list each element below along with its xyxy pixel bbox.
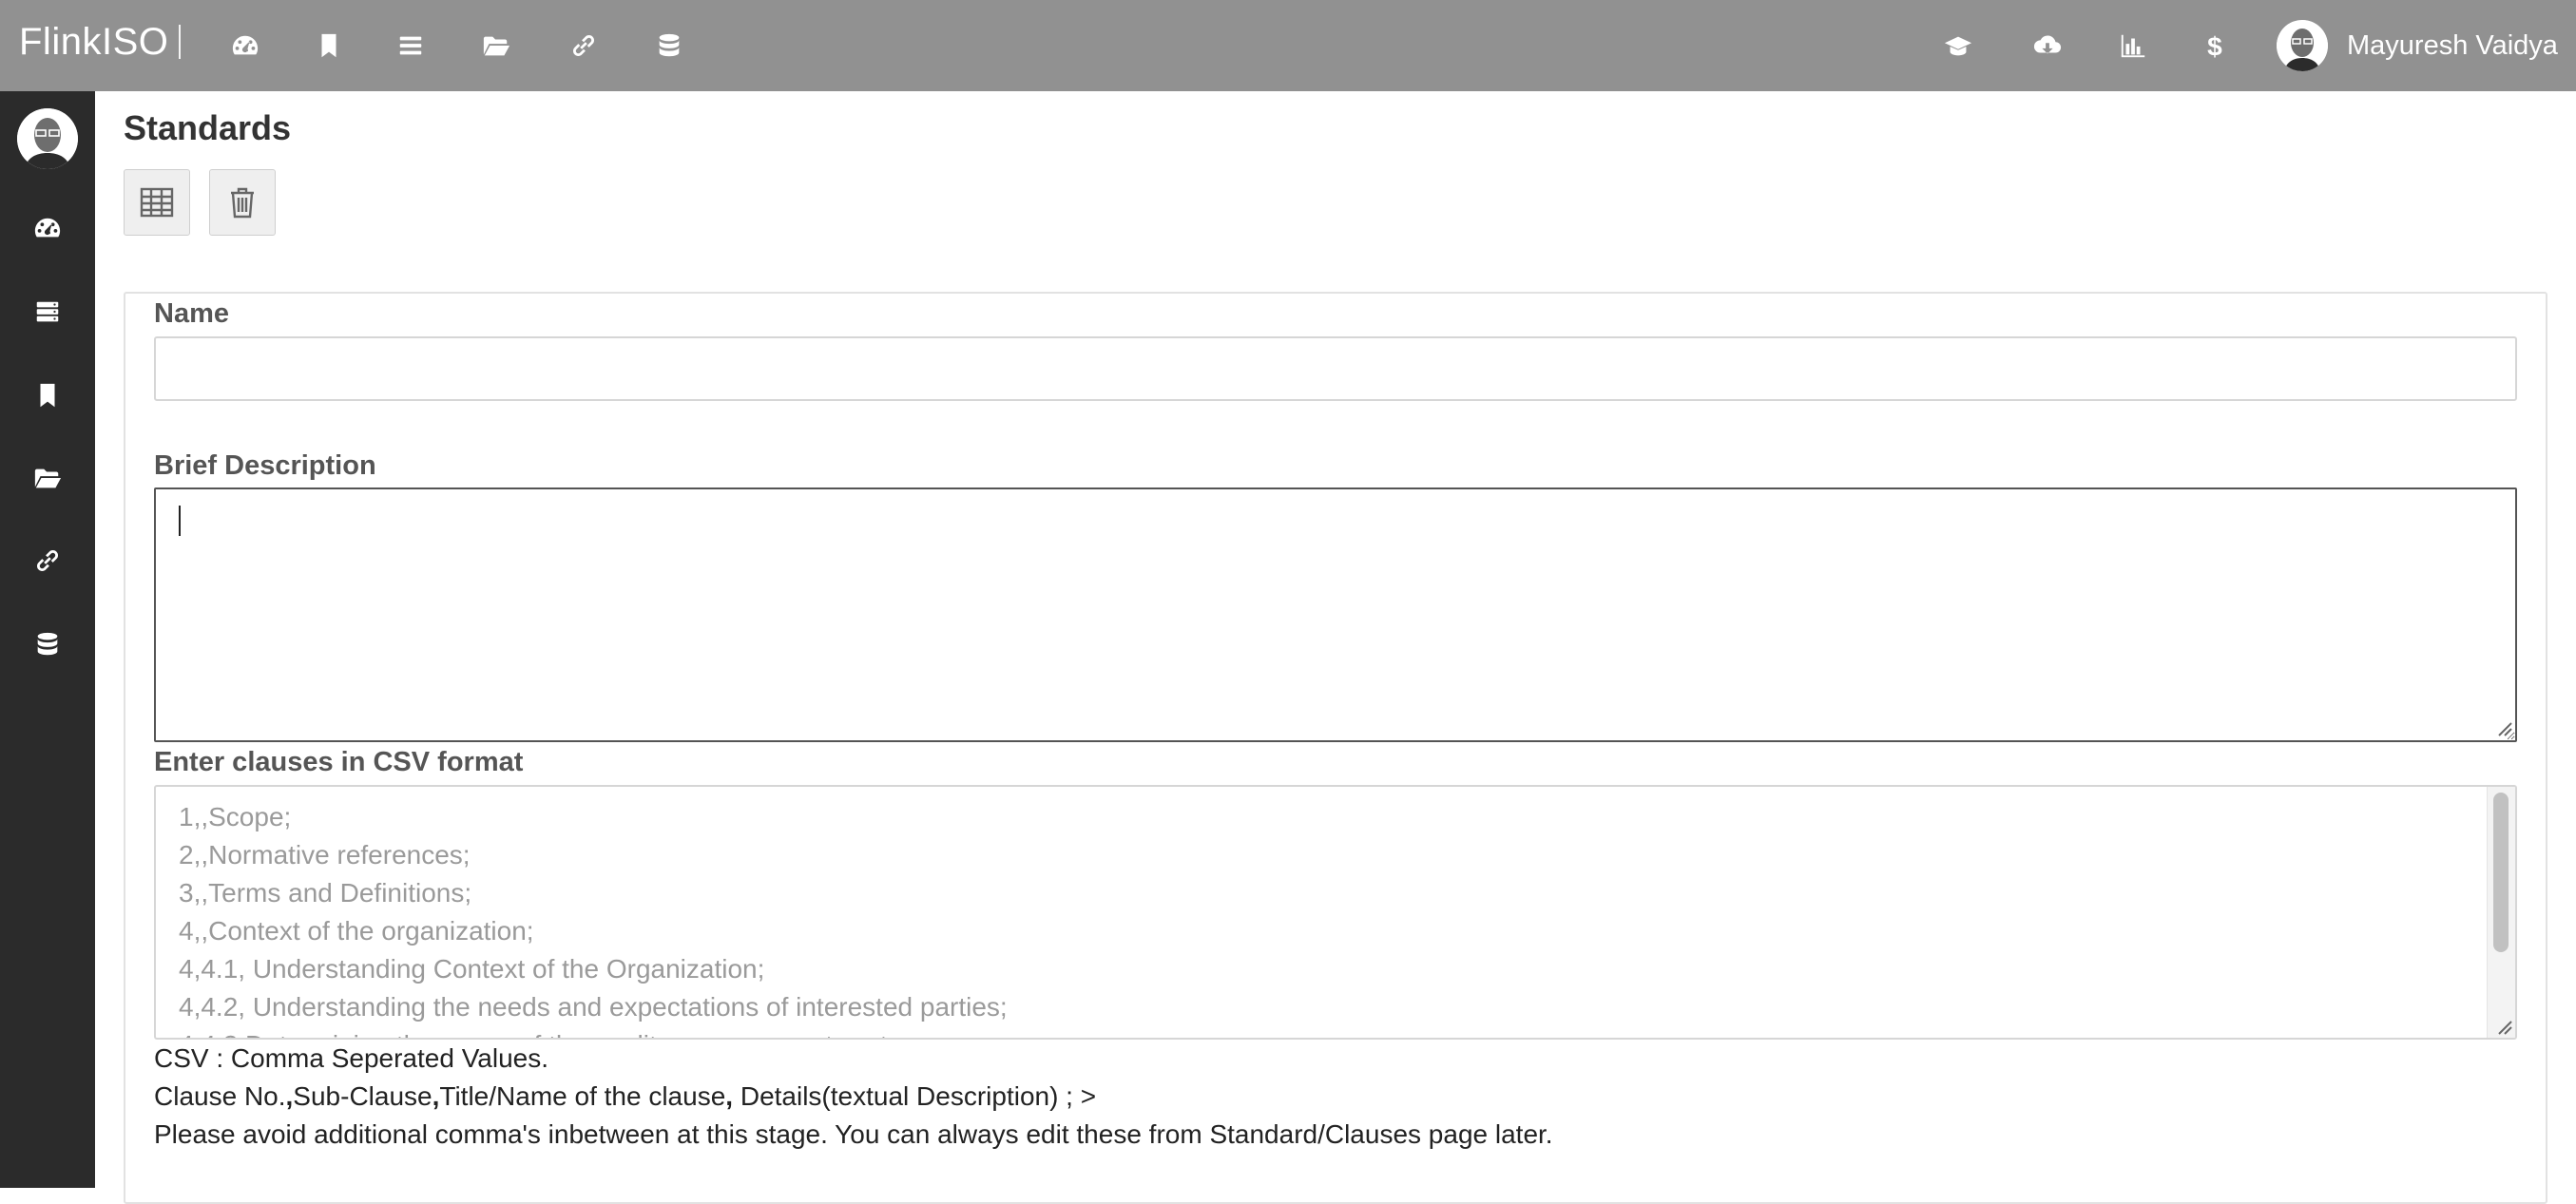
folder-open-icon[interactable] — [477, 27, 515, 65]
csv-placeholder-line: 3,,Terms and Definitions; — [179, 878, 472, 908]
folder-open-icon — [34, 468, 62, 488]
brief-description-field[interactable] — [154, 487, 2517, 742]
table-icon — [140, 187, 174, 218]
sidebar-item-dashboard[interactable] — [29, 209, 67, 247]
resize-handle[interactable] — [2496, 1019, 2513, 1036]
sidebar-avatar[interactable] — [17, 108, 78, 169]
database-icon — [37, 632, 58, 656]
dashboard-icon[interactable] — [226, 27, 264, 65]
table-view-button[interactable] — [124, 169, 190, 236]
csv-scrollbar[interactable] — [2487, 787, 2515, 1038]
server-icon — [36, 301, 59, 322]
csv-help-line-2: Clause No.,Sub-Clause,Title/Name of the … — [154, 1081, 1096, 1112]
bar-chart-icon[interactable] — [2114, 27, 2152, 65]
help-part: Details(textual Description) ; > — [733, 1081, 1097, 1111]
text-caret — [179, 506, 181, 536]
left-sidebar — [0, 91, 95, 1188]
csv-placeholder-line: 4,4.3,Determining the scope of the quali… — [179, 1030, 932, 1038]
csv-help-line-3: Please avoid additional comma's inbetwee… — [154, 1119, 1553, 1149]
list-icon[interactable] — [392, 27, 430, 65]
help-part: Clause No. — [154, 1081, 286, 1111]
dashboard-icon — [34, 218, 61, 238]
sidebar-item-folder[interactable] — [29, 459, 67, 497]
name-label: Name — [154, 298, 229, 329]
sidebar-item-server[interactable] — [29, 293, 67, 331]
link-icon[interactable] — [565, 27, 603, 65]
sidebar-item-database[interactable] — [29, 625, 67, 663]
link-icon — [37, 550, 58, 571]
name-field[interactable] — [154, 336, 2517, 401]
delete-button[interactable] — [209, 169, 276, 236]
svg-text:$: $ — [2207, 31, 2222, 60]
help-part: Title/Name of the clause — [439, 1081, 726, 1111]
trash-icon — [231, 187, 254, 219]
cloud-download-icon[interactable] — [2028, 27, 2067, 65]
user-name: Mayuresh Vaidya — [2347, 29, 2558, 61]
bookmark-icon — [40, 383, 55, 408]
top-navbar: FlinkISO $ Mayuresh Vaidya — [0, 0, 2576, 91]
brand-separator — [179, 25, 181, 59]
user-menu[interactable]: Mayuresh Vaidya — [2277, 15, 2558, 76]
csv-help-line-1: CSV : Comma Seperated Values. — [154, 1043, 549, 1073]
database-icon[interactable] — [650, 27, 688, 65]
help-comma: , — [725, 1081, 734, 1111]
scrollbar-thumb[interactable] — [2493, 793, 2509, 952]
resize-handle[interactable] — [2496, 720, 2513, 737]
csv-clauses-label: Enter clauses in CSV format — [154, 747, 524, 777]
help-part: Sub-Clause — [293, 1081, 433, 1111]
csv-placeholder-line: 4,,Context of the organization; — [179, 916, 534, 946]
user-avatar — [2277, 20, 2328, 71]
csv-placeholder-line: 4,4.1, Understanding Context of the Orga… — [179, 954, 765, 984]
page-title: Standards — [124, 108, 292, 147]
csv-placeholder-line: 2,,Normative references; — [179, 840, 471, 870]
dollar-icon[interactable]: $ — [2196, 27, 2234, 65]
sidebar-item-bookmark[interactable] — [29, 376, 67, 414]
csv-clauses-field[interactable]: 1,,Scope; 2,,Normative references; 3,,Te… — [154, 785, 2517, 1040]
csv-placeholder-line: 4,4.2, Understanding the needs and expec… — [179, 992, 1008, 1022]
brief-description-label: Brief Description — [154, 450, 376, 481]
csv-placeholder-line: 1,,Scope; — [179, 802, 292, 831]
brand-logo[interactable]: FlinkISO — [19, 21, 168, 64]
graduation-cap-icon[interactable] — [1939, 27, 1977, 65]
bookmark-icon[interactable] — [310, 27, 348, 65]
sidebar-item-link[interactable] — [29, 542, 67, 580]
